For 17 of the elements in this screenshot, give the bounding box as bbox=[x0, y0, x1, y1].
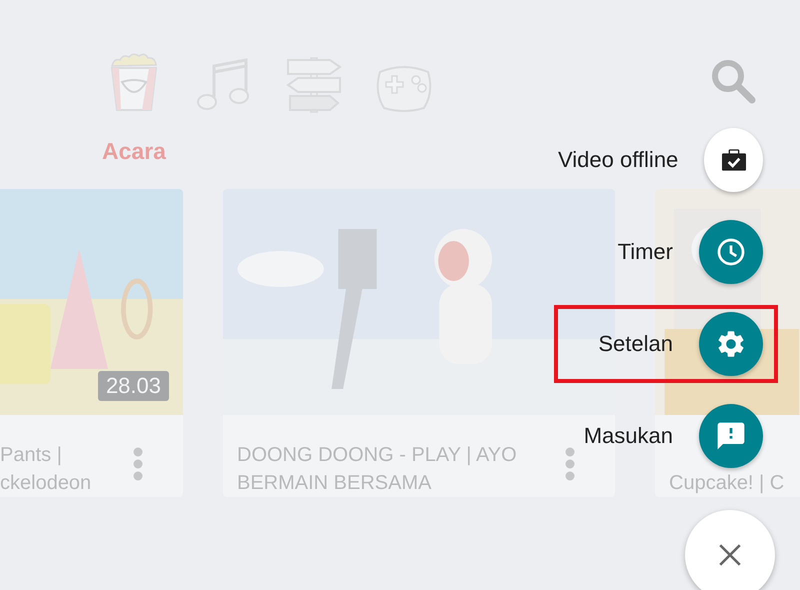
video-title: DOONG DOONG - PLAY | AYO bbox=[237, 443, 517, 468]
clock-icon bbox=[715, 236, 747, 268]
video-title: BERMAIN BERSAMA bbox=[237, 471, 432, 496]
more-icon[interactable] bbox=[133, 447, 143, 481]
feedback-icon bbox=[715, 420, 747, 452]
menu-fab[interactable] bbox=[704, 128, 763, 192]
video-title: Pants | bbox=[0, 443, 63, 468]
close-button[interactable] bbox=[685, 510, 775, 590]
menu-label[interactable]: Setelan bbox=[598, 331, 673, 357]
more-icon[interactable] bbox=[565, 447, 575, 481]
menu-label[interactable]: Video offline bbox=[558, 147, 678, 173]
menu-label[interactable]: Timer bbox=[618, 239, 673, 265]
close-icon bbox=[717, 542, 743, 568]
duration-label: 28.03 bbox=[98, 371, 169, 401]
video-title: Cupcake! | C bbox=[669, 471, 784, 496]
menu-label[interactable]: Masukan bbox=[584, 423, 673, 449]
video-title: ckelodeon bbox=[0, 471, 92, 496]
